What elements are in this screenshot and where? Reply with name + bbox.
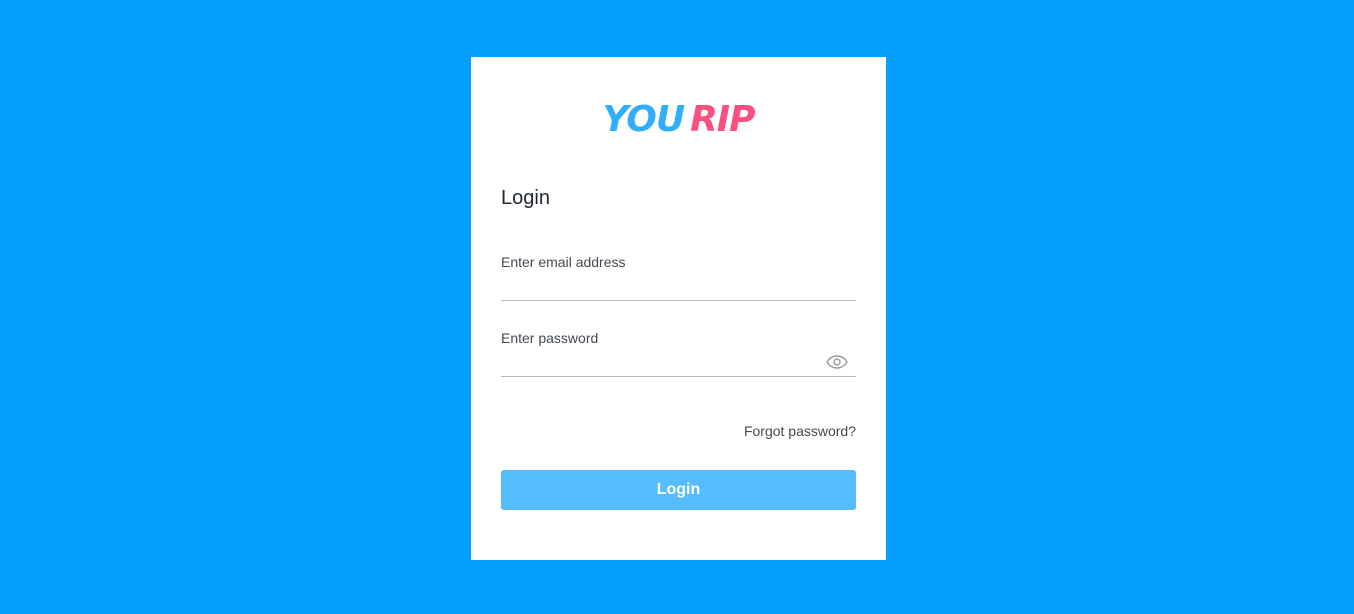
eye-icon[interactable] (826, 355, 848, 369)
brand-logo: YOU RIP (471, 100, 886, 140)
forgot-password-link[interactable]: Forgot password? (744, 422, 856, 440)
password-input[interactable] (501, 352, 821, 374)
logo-part-you: YOU (602, 99, 685, 140)
email-label: Enter email address (501, 254, 626, 270)
form-title: Login (501, 187, 550, 209)
password-label: Enter password (501, 330, 599, 346)
email-field-group: Enter email address (501, 253, 856, 301)
login-card: YOU RIP Login Enter email address Enter p… (471, 57, 886, 560)
login-button[interactable]: Login (501, 470, 856, 510)
logo-part-rip: RIP (690, 99, 755, 140)
email-input[interactable] (501, 276, 821, 298)
password-field-group: Enter password (501, 329, 856, 377)
